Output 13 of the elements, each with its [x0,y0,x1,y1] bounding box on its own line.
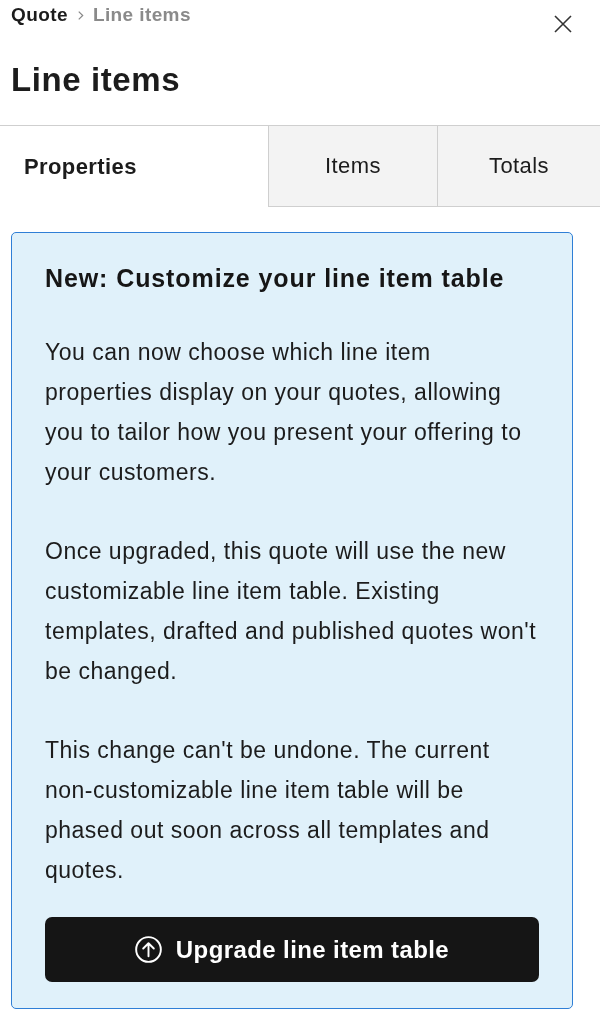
close-icon[interactable] [554,15,572,33]
arrow-up-circle-icon [134,936,162,963]
chevron-right-icon [76,9,84,21]
upgrade-button[interactable]: Upgrade line item table [45,917,539,982]
notice-paragraph: You can now choose which line item properties display on your quotes, allowing you to tailor how you present your offering to your customers. [45,338,523,487]
notice-paragraph: Once upgraded, this quote will use the new customizable line item table. Existing templates, drafted and published quotes won't be changed. [45,537,538,686]
breadcrumb-link[interactable]: Quote [11,3,68,27]
breadcrumb-current: Line items [92,3,191,27]
notice-heading: New: Customize your line item table [45,263,506,294]
tab[interactable]: Totals [437,126,600,207]
notice-paragraph: This change can't be undone. The current non-customizable line item table will be phased out soon across all templates and quotes. [45,736,491,885]
panel-title: Line items [11,60,182,100]
tab[interactable]: Items [268,126,437,207]
